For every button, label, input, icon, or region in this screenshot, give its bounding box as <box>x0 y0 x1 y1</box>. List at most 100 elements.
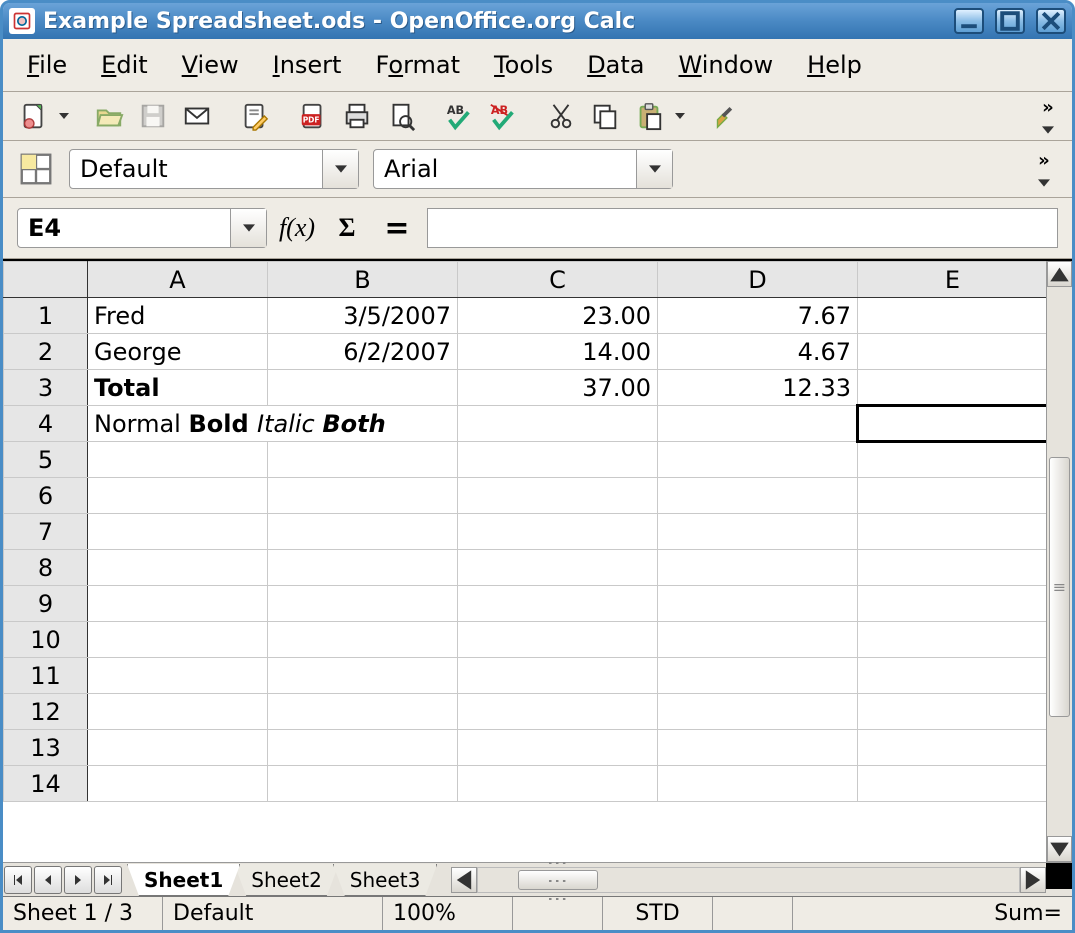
row-header-13[interactable]: 13 <box>4 730 88 766</box>
font-name-select[interactable]: Arial <box>373 149 673 189</box>
cell-B11[interactable] <box>268 658 458 694</box>
cell-D14[interactable] <box>658 766 858 802</box>
status-page-style[interactable]: Default <box>163 897 383 930</box>
cell-D6[interactable] <box>658 478 858 514</box>
cell-D1[interactable]: 7.67 <box>658 298 858 334</box>
new-document-icon[interactable] <box>13 96 53 136</box>
cell-A6[interactable] <box>88 478 268 514</box>
vscroll-thumb[interactable] <box>1049 457 1070 717</box>
row-header-11[interactable]: 11 <box>4 658 88 694</box>
row-header-12[interactable]: 12 <box>4 694 88 730</box>
cell-C7[interactable] <box>458 514 658 550</box>
maximize-button[interactable] <box>995 8 1025 34</box>
menu-help[interactable]: Help <box>793 45 876 85</box>
cell-B5[interactable] <box>268 442 458 478</box>
col-header-C[interactable]: C <box>458 262 658 298</box>
menu-data[interactable]: Data <box>573 45 658 85</box>
cell-C4[interactable] <box>458 406 658 442</box>
horizontal-scrollbar[interactable] <box>451 863 1046 896</box>
row-header-8[interactable]: 8 <box>4 550 88 586</box>
cell-E7[interactable] <box>858 514 1047 550</box>
vscroll-track[interactable] <box>1047 287 1072 836</box>
cell-D9[interactable] <box>658 586 858 622</box>
scroll-left-button[interactable] <box>451 867 477 893</box>
name-box[interactable]: E4 <box>17 208 267 248</box>
paste-icon[interactable] <box>629 96 669 136</box>
cell-B7[interactable] <box>268 514 458 550</box>
cell-B10[interactable] <box>268 622 458 658</box>
cell-E4-active[interactable] <box>858 406 1047 442</box>
cell-B12[interactable] <box>268 694 458 730</box>
font-name-dropdown-button[interactable] <box>636 150 672 188</box>
cell-B6[interactable] <box>268 478 458 514</box>
paste-dropdown[interactable] <box>673 111 687 121</box>
col-header-A[interactable]: A <box>88 262 268 298</box>
row-header-14[interactable]: 14 <box>4 766 88 802</box>
cell-E6[interactable] <box>858 478 1047 514</box>
cell-A12[interactable] <box>88 694 268 730</box>
cell-C12[interactable] <box>458 694 658 730</box>
cell-style-dropdown-button[interactable] <box>322 150 358 188</box>
col-header-E[interactable]: E <box>858 262 1047 298</box>
cell-B8[interactable] <box>268 550 458 586</box>
cell-C1[interactable]: 23.00 <box>458 298 658 334</box>
row-header-3[interactable]: 3 <box>4 370 88 406</box>
hscroll-track[interactable] <box>477 867 1020 893</box>
cell-D2[interactable]: 4.67 <box>658 334 858 370</box>
sheet-tab-2[interactable]: Sheet2 <box>234 864 339 896</box>
cell-A13[interactable] <box>88 730 268 766</box>
row-header-4[interactable]: 4 <box>4 406 88 442</box>
cell-E2[interactable] <box>858 334 1047 370</box>
cell-A2[interactable]: George <box>88 334 268 370</box>
menu-window[interactable]: Window <box>665 45 788 85</box>
formula-input[interactable] <box>427 208 1058 248</box>
cell-D10[interactable] <box>658 622 858 658</box>
status-sum[interactable]: Sum= <box>793 897 1072 930</box>
cell-A8[interactable] <box>88 550 268 586</box>
cell-B14[interactable] <box>268 766 458 802</box>
open-icon[interactable] <box>89 96 129 136</box>
cell-E1[interactable] <box>858 298 1047 334</box>
save-icon[interactable] <box>133 96 173 136</box>
equals-button[interactable]: = <box>377 208 417 248</box>
cell-C8[interactable] <box>458 550 658 586</box>
minimize-button[interactable] <box>954 8 984 34</box>
row-header-10[interactable]: 10 <box>4 622 88 658</box>
cell-B13[interactable] <box>268 730 458 766</box>
menu-tools[interactable]: Tools <box>480 45 567 85</box>
scroll-down-button[interactable] <box>1047 836 1072 862</box>
tab-next-button[interactable] <box>64 866 92 894</box>
cell-C5[interactable] <box>458 442 658 478</box>
cell-D8[interactable] <box>658 550 858 586</box>
cell-A7[interactable] <box>88 514 268 550</box>
menu-file[interactable]: F/*noop*/ile <box>13 45 81 85</box>
name-box-dropdown-button[interactable] <box>230 209 266 247</box>
cell-E3[interactable] <box>858 370 1047 406</box>
cell-B9[interactable] <box>268 586 458 622</box>
grid[interactable]: A B C D E 1 Fred 3/5/2007 23.00 7.67 <box>3 261 1046 862</box>
print-preview-icon[interactable] <box>381 96 421 136</box>
toolbar-overflow[interactable]: » <box>1034 97 1062 136</box>
cell-D3[interactable]: 12.33 <box>658 370 858 406</box>
cell-A14[interactable] <box>88 766 268 802</box>
spellcheck-icon[interactable]: AB <box>439 96 479 136</box>
cell-style-select[interactable]: Default <box>69 149 359 189</box>
cell-D12[interactable] <box>658 694 858 730</box>
tab-first-button[interactable] <box>4 866 32 894</box>
cell-E14[interactable] <box>858 766 1047 802</box>
sheet-tab-3[interactable]: Sheet3 <box>333 864 438 896</box>
menu-edit[interactable]: Edit <box>87 45 161 85</box>
cut-icon[interactable] <box>541 96 581 136</box>
select-all-corner[interactable] <box>4 262 88 298</box>
row-header-5[interactable]: 5 <box>4 442 88 478</box>
cell-D13[interactable] <box>658 730 858 766</box>
cell-E9[interactable] <box>858 586 1047 622</box>
cell-C3[interactable]: 37.00 <box>458 370 658 406</box>
scroll-up-button[interactable] <box>1047 261 1072 287</box>
cell-A5[interactable] <box>88 442 268 478</box>
copy-icon[interactable] <box>585 96 625 136</box>
scroll-right-button[interactable] <box>1020 867 1046 893</box>
row-header-2[interactable]: 2 <box>4 334 88 370</box>
styles-icon[interactable] <box>17 150 55 188</box>
cell-C9[interactable] <box>458 586 658 622</box>
